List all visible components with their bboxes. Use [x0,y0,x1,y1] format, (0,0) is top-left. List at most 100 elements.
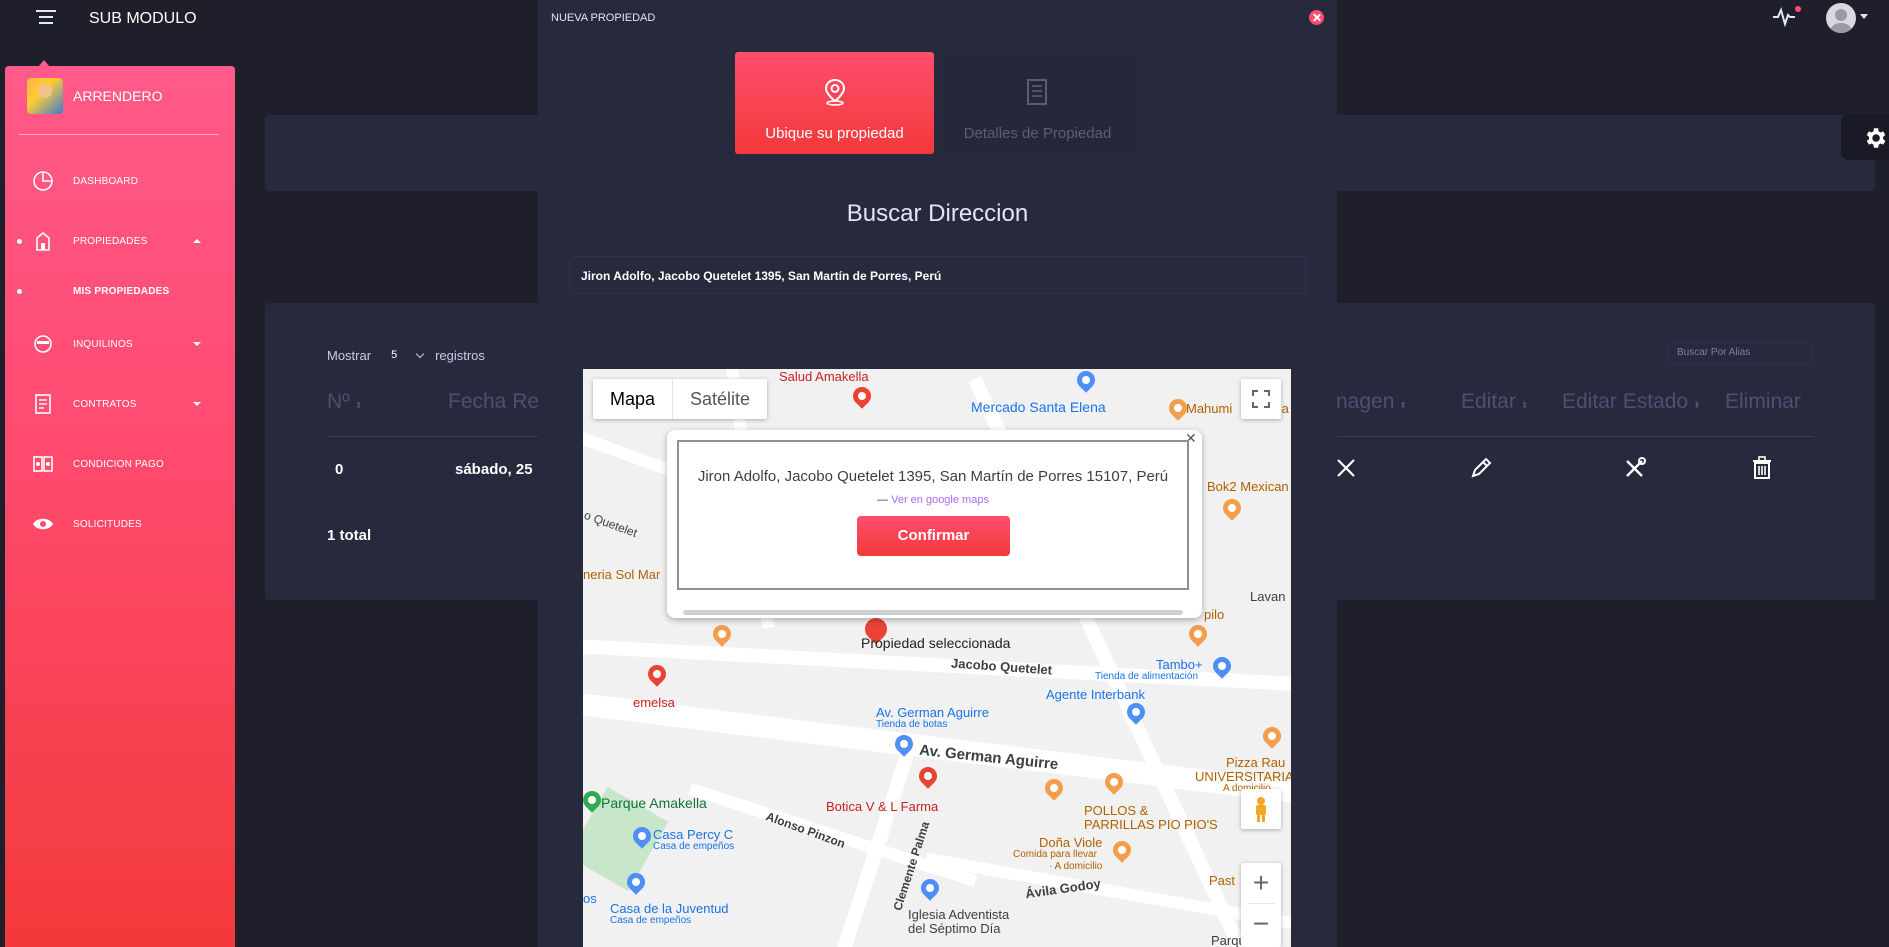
column-label: Editar Estado [1562,390,1689,413]
street-label: o Quetelet [583,507,640,541]
pie-chart-icon [33,171,53,191]
restaurant-pin[interactable] [1041,775,1067,801]
map-label: Tambo+ [1156,657,1203,672]
pegman-icon [1256,797,1266,822]
fullscreen-button[interactable] [1241,379,1281,419]
map-label: Comida para llevar [1013,849,1097,860]
fullscreen-icon [1252,390,1270,408]
sidebar-item-label: PROPIEDADES [73,235,148,247]
restaurant-pin[interactable] [1219,495,1245,521]
map-label: Past [1209,873,1236,888]
column-header-fecha[interactable]: Fecha Re [448,390,539,414]
map-type-control: Mapa Satélite [593,379,768,419]
cell-fecha: sábado, 25 [455,461,533,478]
sidebar-item-contratos[interactable]: CONTRATOS [5,389,235,419]
sidebar-item-inquilinos[interactable]: INQUILINOS [5,329,235,359]
sidebar-item-label: CONDICION PAGO [73,458,164,470]
restaurant-pin[interactable] [1109,837,1135,863]
sidebar-item-label: MIS PROPIEDADES [73,285,170,297]
sidebar-item-condicion-pago[interactable]: CONDICION PAGO [5,449,235,479]
info-window-content: Jiron Adolfo, Jacobo Quetelet 1395, San … [677,440,1189,590]
column-label: Fecha Re [448,390,540,413]
map-type-map-button[interactable]: Mapa [593,379,672,419]
sort-icon: ⬍ [1693,400,1701,410]
map-label: Tienda de alimentación [1095,671,1199,682]
chevron-down-icon[interactable] [1860,14,1868,19]
church-pin[interactable] [917,875,943,901]
map-label: neria Sol Mar [583,567,661,582]
eye-icon [33,518,53,530]
activity-icon[interactable] [1772,7,1796,27]
map-label: Doña Viole [1039,835,1103,850]
map-label: · A domicilio [1049,861,1103,872]
sidebar-item-dashboard[interactable]: DASHBOARD [5,166,235,196]
google-maps-link[interactable]: Ver en google maps [891,494,989,506]
sidebar-item-solicitudes[interactable]: SOLICITUDES [5,509,235,539]
page-size-select[interactable]: 5 [381,345,425,365]
restaurant-pin[interactable] [709,621,735,647]
map-label: Salud Amakella [779,369,869,384]
sidebar-item-label: SOLICITUDES [73,518,142,530]
restaurant-pin[interactable] [1259,723,1285,749]
place-pin[interactable] [644,661,670,687]
map-pin-icon [824,78,846,106]
restaurant-pin[interactable] [1185,621,1211,647]
modal-close-button[interactable] [1309,10,1324,25]
map-label: Pizza Rau [1226,755,1286,770]
user-avatar[interactable] [1826,3,1856,33]
confirm-button[interactable]: Confirmar [857,516,1010,556]
map-type-satellite-button[interactable]: Satélite [672,379,767,419]
sidebar-item-label: CONTRATOS [73,398,137,410]
info-window: ✕ Jiron Adolfo, Jacobo Quetelet 1395, Sa… [667,430,1202,618]
cell-num: 0 [335,461,344,478]
map-label: Mahumi [1186,401,1233,416]
trash-icon[interactable] [1749,455,1775,481]
map-label: Casa de la Juventud [610,901,729,916]
gear-icon [1866,128,1886,148]
sidebar-item-label: DASHBOARD [73,175,139,187]
column-header-eliminar[interactable]: Eliminar [1725,390,1801,414]
column-header-num[interactable]: Nº ⬍ [327,390,362,414]
map-label: pilo [1204,607,1225,622]
column-header-editar-estado[interactable]: Editar Estado ⬍ [1562,390,1701,414]
column-header-imagen[interactable]: nagen ⬍ [1336,390,1407,414]
column-label: Nº [327,390,350,413]
sidebar-profile[interactable]: ARRENDERO [27,78,162,114]
sidebar-item-mis-propiedades[interactable]: MIS PROPIEDADES [5,276,235,306]
modal-title: NUEVA PROPIEDAD [551,12,656,24]
sort-icon: ⬍ [1399,400,1407,410]
map-label: Parque Amakella [601,795,707,811]
map-label: UNIVERSITARIA [1195,769,1291,784]
zoom-in-button[interactable]: + [1241,863,1281,903]
sort-icon: ⬍ [354,400,363,410]
step-locate-property[interactable]: Ubique su propiedad [735,52,934,154]
search-alias-input[interactable]: Buscar Por Alias [1668,342,1812,364]
map-label: POLLOS & [1084,803,1149,818]
map-label: Botica V & L Farma [826,799,939,814]
chevron-down-icon [193,342,201,346]
settings-tab[interactable] [1841,114,1889,160]
step-property-details[interactable]: Detalles de Propiedad [938,52,1137,154]
map-label: Tienda de botas [876,719,948,730]
street-view-button[interactable] [1241,789,1281,829]
info-window-scrollbar[interactable] [683,610,1183,615]
map-label: Av. German Aguirre [876,705,989,720]
market-pin[interactable] [1073,369,1099,393]
column-label: Editar [1461,390,1516,413]
column-header-editar[interactable]: Editar ⬍ [1461,390,1528,414]
search-address-heading: Buscar Direccion [846,200,1029,227]
sidebar-item-label: INQUILINOS [73,338,133,350]
hospital-pin[interactable] [849,383,875,409]
tenant-icon [34,335,52,353]
google-map[interactable]: Salud Amakella Mercado Santa Elena Mahum… [583,369,1291,947]
sidebar-item-propiedades[interactable]: PROPIEDADES [5,226,235,256]
menu-icon[interactable] [36,10,56,26]
pencil-icon[interactable] [1468,455,1494,481]
address-input[interactable]: Jiron Adolfo, Jacobo Quetelet 1395, San … [569,256,1306,294]
map-label: Bok2 Mexican [1207,479,1289,494]
column-label: nagen [1336,390,1395,413]
step-label: Ubique su propiedad [765,125,904,142]
zoom-out-button[interactable]: − [1241,904,1281,944]
tools-icon[interactable] [1622,455,1648,481]
pharmacy-pin[interactable] [915,763,941,789]
